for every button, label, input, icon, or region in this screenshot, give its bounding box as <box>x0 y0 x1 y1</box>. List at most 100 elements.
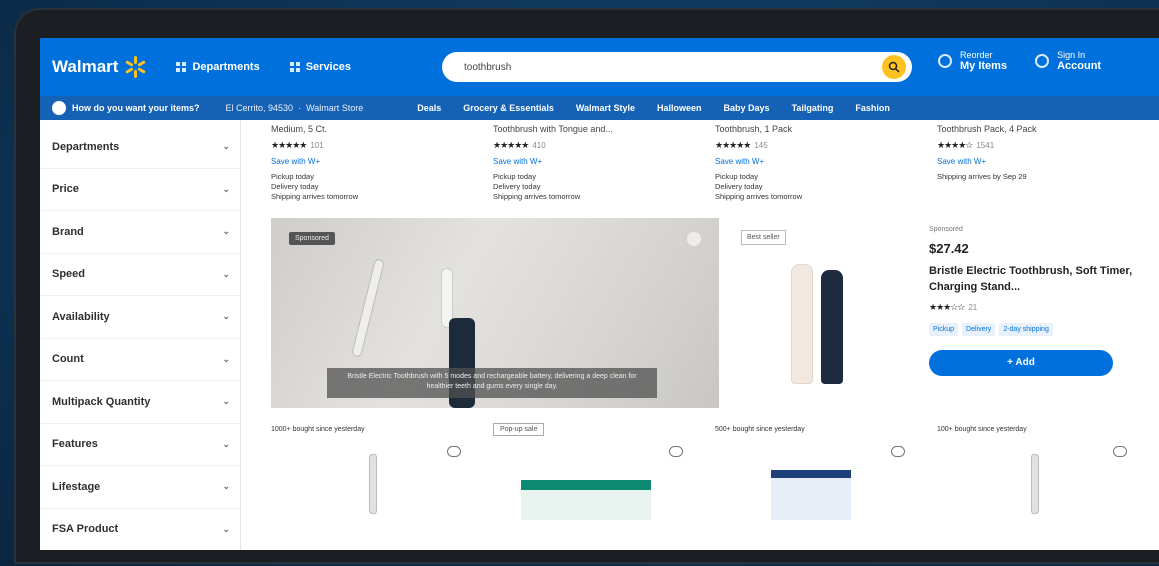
delivery-selector[interactable]: How do you want your items? <box>52 101 200 115</box>
fulfillment-line: Pickup today <box>715 172 758 181</box>
filter-label: Count <box>52 353 84 366</box>
filter-label: Features <box>52 438 98 451</box>
save-badge: Save with W+ <box>937 157 987 166</box>
chevron-down-icon: ⌄ <box>222 396 230 407</box>
product-card[interactable]: Toothbrush, 1 Pack ★★★★★ 145 Save with W+… <box>715 120 937 218</box>
rating-count: 1541 <box>976 141 995 150</box>
favorite-icon[interactable] <box>669 446 683 457</box>
product-card[interactable]: Toothbrush Pack, 4 Pack ★★★★☆ 1541 Save w… <box>937 120 1159 218</box>
nav-link-grocery[interactable]: Grocery & Essentials <box>463 103 554 113</box>
product-title[interactable]: Toothbrush, 1 Pack <box>715 124 937 134</box>
toothbrush-navy-image <box>821 270 843 384</box>
chevron-down-icon: ⌄ <box>222 311 230 322</box>
nav-link-baby-days[interactable]: Baby Days <box>724 103 770 113</box>
chevron-down-icon: ⌄ <box>222 141 230 152</box>
filter-availability[interactable]: Availability ⌄ <box>40 296 240 339</box>
reorder-label: My Items <box>960 60 1008 72</box>
favorite-icon[interactable] <box>891 446 905 457</box>
search-button[interactable] <box>882 55 906 79</box>
product-title[interactable]: Bristle Electric Toothbrush, Soft Timer,… <box>929 264 1159 296</box>
fulfillment: Pickup today Delivery today Shipping arr… <box>271 172 493 202</box>
product-thumbnail[interactable] <box>369 454 377 514</box>
filter-brand[interactable]: Brand ⌄ <box>40 211 240 254</box>
product-card[interactable]: Toothbrush with Tongue and... ★★★★★ 410 S… <box>493 120 715 218</box>
departments-label: Departments <box>192 61 260 73</box>
mute-icon[interactable] <box>687 232 701 246</box>
search-bar <box>442 52 912 82</box>
filter-multipack[interactable]: Multipack Quantity ⌄ <box>40 381 240 424</box>
product-thumbnail[interactable] <box>771 470 851 520</box>
filter-label: Availability <box>52 310 110 323</box>
logo-text: Walmart <box>52 57 119 76</box>
product-title[interactable]: Toothbrush with Tongue and... <box>493 124 715 134</box>
reorder-caption: Reorder <box>960 50 993 60</box>
filter-lifestage[interactable]: Lifestage ⌄ <box>40 466 240 509</box>
product-card[interactable]: Medium, 5 Ct. ★★★★★ 101 Save with W+ Pick… <box>271 120 493 218</box>
best-seller-badge: Best seller <box>741 230 786 245</box>
product-title[interactable]: Toothbrush Pack, 4 Pack <box>937 124 1159 134</box>
rating: ★★★☆☆ 21 <box>929 302 1159 313</box>
tag-shipping: 2-day shipping <box>999 322 1053 336</box>
filter-fsa[interactable]: FSA Product ⌄ <box>40 509 240 551</box>
nav-link-halloween[interactable]: Halloween <box>657 103 702 113</box>
star-icons: ★★★★★ <box>493 140 529 150</box>
product-title[interactable]: Medium, 5 Ct. <box>271 124 493 134</box>
nav-link-style[interactable]: Walmart Style <box>576 103 635 113</box>
filter-features[interactable]: Features ⌄ <box>40 424 240 466</box>
grid-icon <box>289 62 300 72</box>
filter-speed[interactable]: Speed ⌄ <box>40 254 240 296</box>
header-bar: Walmart Departments Services toothbrush … <box>40 38 1159 96</box>
search-input[interactable] <box>464 61 882 73</box>
fulfillment: Pickup today Delivery today Shipping arr… <box>715 172 937 202</box>
nav-link-tailgating[interactable]: Tailgating <box>792 103 834 113</box>
location-label: El Cerrito, 94530 <box>225 103 294 113</box>
nav-link-deals[interactable]: Deals <box>417 103 441 113</box>
departments-button[interactable]: Departments <box>176 61 260 73</box>
filter-label: Multipack Quantity <box>52 395 151 408</box>
save-badge: Save with W+ <box>493 157 543 166</box>
bought-badge: 1000+ bought since yesterday <box>271 425 365 433</box>
product-row: Medium, 5 Ct. ★★★★★ 101 Save with W+ Pick… <box>271 120 1159 218</box>
account-button[interactable]: Sign In Account <box>1035 50 1101 72</box>
rating: ★★★★★ 145 <box>715 140 937 151</box>
filter-label: Speed <box>52 268 86 281</box>
featured-product-image[interactable]: Best seller <box>719 218 909 418</box>
save-badge: Save with W+ <box>715 157 765 166</box>
filter-price[interactable]: Price ⌄ <box>40 169 240 211</box>
walmart-logo[interactable]: Walmart <box>52 56 147 78</box>
sponsored-row: Sponsored Bristle Electric Toothbrush wi… <box>271 218 1159 418</box>
spark-icon <box>124 56 147 78</box>
badge-row: 1000+ bought since yesterday Pop-up sale… <box>271 418 1159 440</box>
filter-label: Departments <box>52 140 120 153</box>
results-area: Departments ⌄ Price ⌄ Brand ⌄ Speed ⌄ Availa… <box>40 120 1159 550</box>
toothbrush-white-image <box>791 264 813 384</box>
delivery-icon <box>52 101 66 115</box>
fulfillment-line: Pickup today <box>493 172 536 181</box>
sub-navigation: How do you want your items? El Cerrito, … <box>40 96 1159 120</box>
favorite-icon[interactable] <box>1113 446 1127 457</box>
filter-count[interactable]: Count ⌄ <box>40 339 240 381</box>
fulfillment-line: Delivery today <box>715 182 763 192</box>
sponsored-video[interactable]: Sponsored Bristle Electric Toothbrush wi… <box>271 218 719 408</box>
fulfillment-line: Shipping arrives tomorrow <box>493 192 581 202</box>
filter-label: Lifestage <box>52 480 101 493</box>
rating: ★★★★★ 410 <box>493 140 715 151</box>
bought-badge: 500+ bought since yesterday <box>715 425 805 433</box>
video-caption: Bristle Electric Toothbrush with 5 modes… <box>327 368 657 398</box>
services-button[interactable]: Services <box>289 61 351 73</box>
rating-count: 145 <box>754 141 768 150</box>
filter-departments[interactable]: Departments ⌄ <box>40 126 240 169</box>
video-badge: Sponsored <box>289 232 335 245</box>
chevron-down-icon: ⌄ <box>222 481 230 492</box>
product-thumbnail[interactable] <box>521 480 651 520</box>
nav-link-fashion[interactable]: Fashion <box>855 103 890 113</box>
toothbrush-image <box>351 258 385 358</box>
save-badge: Save with W+ <box>271 157 321 166</box>
store-selector[interactable]: El Cerrito, 94530 · Walmart Store <box>226 103 364 113</box>
favorite-icon[interactable] <box>447 446 461 457</box>
product-thumbnail[interactable] <box>1031 454 1039 514</box>
reorder-button[interactable]: Reorder My Items <box>938 50 1007 72</box>
category-links: Deals Grocery & Essentials Walmart Style… <box>417 103 890 113</box>
add-to-cart-button[interactable]: + Add <box>929 349 1113 376</box>
rating: ★★★★★ 101 <box>271 140 493 151</box>
